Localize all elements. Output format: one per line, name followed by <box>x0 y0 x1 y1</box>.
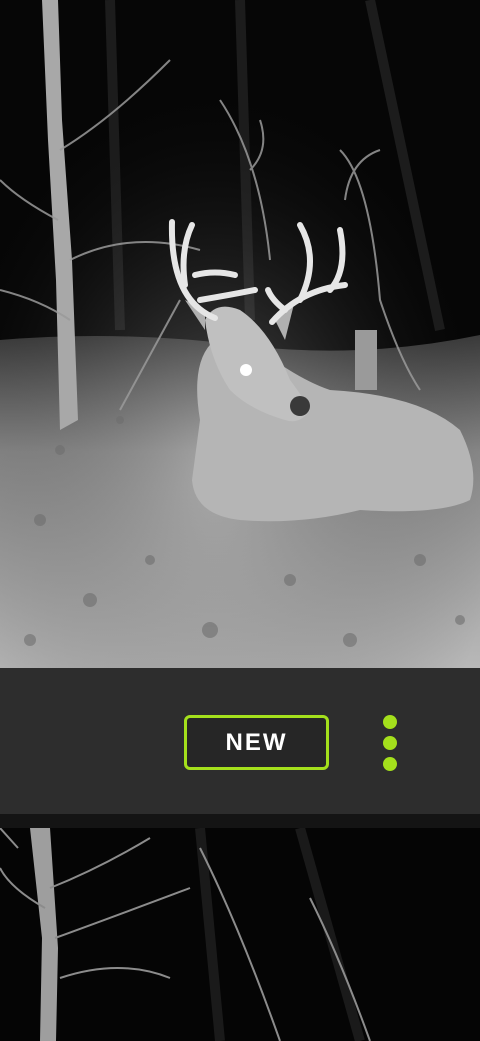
more-vertical-icon <box>383 715 397 729</box>
card-separator <box>0 814 480 828</box>
more-options-button[interactable] <box>372 710 408 776</box>
trail-camera-photo-next[interactable] <box>0 828 480 1041</box>
new-badge-button[interactable]: NEW <box>184 715 329 770</box>
photo-image <box>0 0 480 668</box>
trail-camera-photo[interactable] <box>0 0 480 668</box>
new-badge-label: NEW <box>225 728 288 756</box>
photo-image-next <box>0 828 480 1041</box>
more-vertical-icon-dot <box>383 736 397 750</box>
more-vertical-icon-dot <box>383 757 397 771</box>
